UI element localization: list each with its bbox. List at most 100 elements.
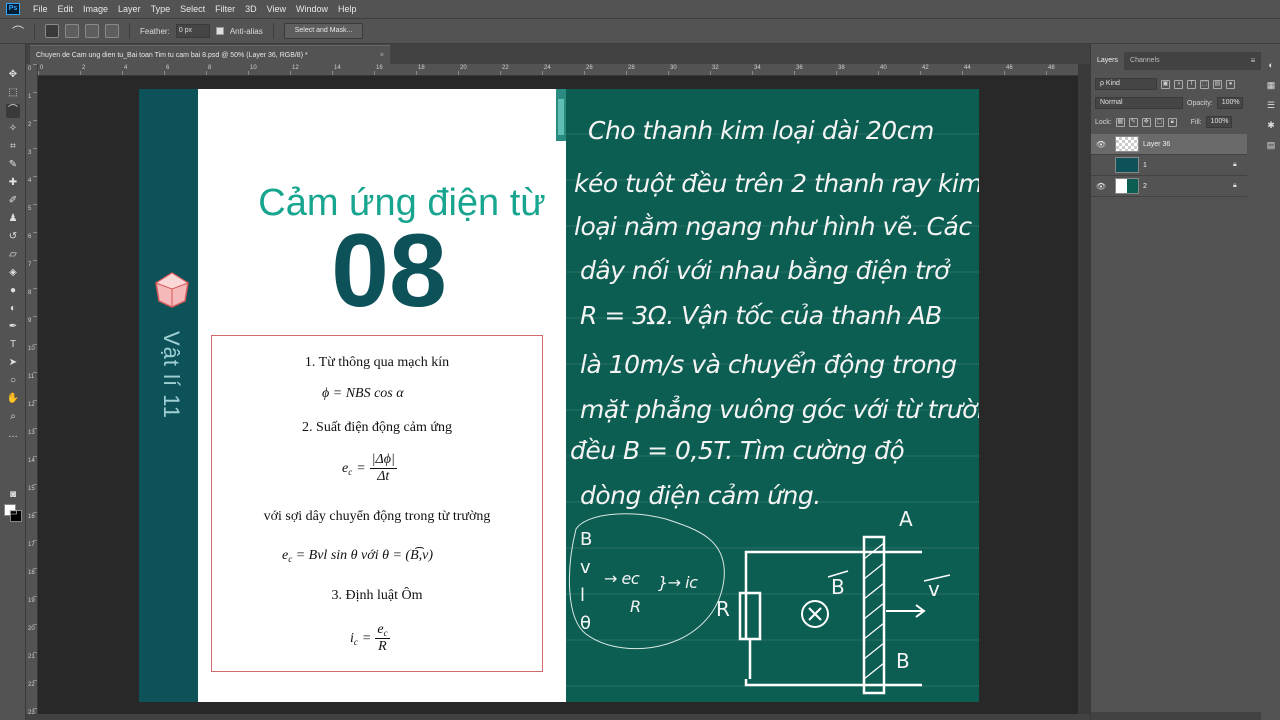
paint-bucket-tool-icon[interactable]: ◈ [6, 266, 20, 280]
subject-vertical-title: Vật lí 11 [152, 325, 190, 425]
screen-mode-icon[interactable]: ▭ [6, 506, 20, 520]
blend-mode-select[interactable]: Normal [1095, 97, 1183, 109]
filter-pixel-icon[interactable]: ▣ [1161, 79, 1170, 89]
layer-row[interactable]: 👁︎ 2 🔒︎ [1091, 176, 1247, 197]
document-tab[interactable]: Chuyen de Cam ung dien tu_Bai toan Tim t… [30, 45, 390, 64]
formula-heading-3: 3. Định luật Ôm [331, 588, 423, 603]
select-and-mask-button[interactable]: Select and Mask... [283, 23, 364, 39]
eye-icon[interactable]: 👁︎ [1091, 140, 1111, 149]
current-symbol: ic [350, 630, 358, 647]
move-tool-icon[interactable]: ✥ [6, 68, 20, 82]
history-brush-tool-icon[interactable]: ↺ [6, 230, 20, 244]
ruler-tick-label: 16 [28, 514, 35, 520]
marquee-tool-icon[interactable]: ⬚ [6, 86, 20, 100]
ruler-tick-label: 6 [28, 234, 32, 240]
close-icon[interactable]: × [380, 46, 384, 65]
ruler-tick-label: 9 [28, 318, 32, 324]
note-R: R [630, 597, 641, 616]
eye-icon[interactable]: 👁︎ [1091, 182, 1111, 191]
lock-all-icon[interactable]: 🔒︎ [1167, 117, 1177, 127]
menu-help[interactable]: Help [333, 0, 362, 18]
slide-canvas[interactable]: Vật lí 11 Cảm ứng điện từ 08 1. Từ thông… [139, 89, 979, 702]
lock-position-icon[interactable]: ✥ [1141, 117, 1151, 127]
dodge-tool-icon[interactable]: ◐ [6, 302, 20, 316]
opacity-input[interactable]: 100% [1216, 97, 1243, 109]
tab-channels[interactable]: Channels [1124, 52, 1166, 70]
swatches-panel-icon[interactable]: ▦ [1266, 80, 1276, 90]
filter-adjustment-icon[interactable]: ◑ [1174, 79, 1183, 89]
ohm-denominator: R [378, 639, 387, 654]
layer-row[interactable]: 👁︎ Layer 36 [1091, 134, 1247, 155]
menu-3d[interactable]: 3D [240, 0, 262, 18]
magic-wand-tool-icon[interactable]: ✧ [6, 122, 20, 136]
ellipse-tool-icon[interactable]: ○ [6, 374, 20, 388]
formula-box: 1. Từ thông qua mạch kín ϕ = NBS cos α 2… [211, 335, 543, 672]
filter-type-icon[interactable]: T [1187, 79, 1196, 89]
menu-view[interactable]: View [262, 0, 291, 18]
panel-tab-bar: Layers Channels [1091, 52, 1261, 70]
layer-kind-select[interactable]: ρ Kind [1095, 78, 1157, 90]
problem-line: là 10m/s và chuyển động trong [580, 350, 957, 379]
eraser-tool-icon[interactable]: ▱ [6, 248, 20, 262]
ruler-tick-label: 8 [208, 65, 212, 71]
lock-transparent-icon[interactable]: ▦ [1115, 117, 1125, 127]
hand-tool-icon[interactable]: ✋ [6, 392, 20, 406]
lesson-number: 08 [331, 213, 447, 329]
pen-tool-icon[interactable]: ✒ [6, 320, 20, 334]
vertical-scrollbar[interactable] [1078, 64, 1090, 714]
layer-row[interactable]: 1 🔒︎ [1091, 155, 1247, 176]
menu-filter[interactable]: Filter [210, 0, 240, 18]
lock-artboard-icon[interactable]: ▢ [1154, 117, 1164, 127]
photoshop-logo-icon: Ps [6, 3, 20, 15]
filter-shape-icon[interactable]: ⬚ [1200, 79, 1209, 89]
emf-numerator: |Δϕ| [369, 452, 397, 469]
libraries-panel-icon[interactable]: ▤ [1266, 140, 1276, 150]
vertical-ruler[interactable]: 0 1 2 3 4 5 6 7 8 9 10 11 12 13 14 15 16 17 18 19 20 21 22 23 [26, 64, 38, 716]
eyedropper-tool-icon[interactable]: ✎ [6, 158, 20, 172]
path-selection-tool-icon[interactable]: ➤ [6, 356, 20, 370]
menu-type[interactable]: Type [146, 0, 176, 18]
healing-brush-tool-icon[interactable]: ✚ [6, 176, 20, 190]
lasso-tool-preset-icon[interactable]: ⌒ [12, 23, 24, 40]
crop-tool-icon[interactable]: ⌗ [6, 140, 20, 154]
menu-image[interactable]: Image [78, 0, 113, 18]
antialias-label: Anti-alias [229, 26, 263, 36]
properties-panel-icon[interactable]: ✱ [1266, 120, 1276, 130]
filter-smart-object-icon[interactable]: ▤ [1213, 79, 1222, 89]
feather-input[interactable]: 0 px [175, 24, 210, 38]
new-selection-icon[interactable] [45, 24, 60, 38]
fill-input[interactable]: 100% [1205, 116, 1232, 128]
equals-sign: = [356, 460, 366, 476]
menu-file[interactable]: File [28, 0, 53, 18]
clone-stamp-tool-icon[interactable]: ♟ [6, 212, 20, 226]
layer-name: 2 [1143, 182, 1147, 190]
menu-window[interactable]: Window [291, 0, 333, 18]
color-panel-icon[interactable]: ◐ [1266, 60, 1276, 70]
ruler-tick-label: 12 [292, 65, 299, 71]
panel-menu-icon[interactable]: ≡ [1247, 52, 1259, 70]
filter-toggle-icon[interactable]: ● [1226, 79, 1235, 89]
tab-layers[interactable]: Layers [1091, 52, 1125, 70]
brush-tool-icon[interactable]: ✐ [6, 194, 20, 208]
zoom-tool-icon[interactable]: ⌕ [6, 410, 20, 424]
subtract-from-selection-icon[interactable] [85, 24, 100, 38]
menu-select[interactable]: Select [175, 0, 210, 18]
antialias-checkbox[interactable] [215, 27, 224, 35]
ruler-tick-label: 2 [82, 65, 86, 71]
quick-mask-icon[interactable]: ◙ [6, 488, 20, 502]
ruler-tick-label: 19 [28, 598, 35, 604]
document-tab-title: Chuyen de Cam ung dien tu_Bai toan Tim t… [36, 52, 308, 59]
intersect-selection-icon[interactable] [105, 24, 120, 38]
adjustments-panel-icon[interactable]: ☰ [1266, 100, 1276, 110]
ruler-tick-label: 36 [796, 65, 803, 71]
add-to-selection-icon[interactable] [65, 24, 80, 38]
lock-image-icon[interactable]: ✎ [1128, 117, 1138, 127]
more-tools-icon[interactable]: … [6, 428, 20, 442]
emf-symbol: ec [342, 460, 353, 477]
type-tool-icon[interactable]: T [6, 338, 20, 352]
menu-edit[interactable]: Edit [53, 0, 79, 18]
lasso-tool-icon[interactable]: ⌒ [6, 104, 20, 118]
blur-tool-icon[interactable]: ● [6, 284, 20, 298]
horizontal-ruler[interactable]: 0 2 4 6 8 10 12 14 16 18 20 22 24 26 28 30 32 34 36 38 40 42 4… [38, 64, 1097, 76]
menu-layer[interactable]: Layer [113, 0, 146, 18]
